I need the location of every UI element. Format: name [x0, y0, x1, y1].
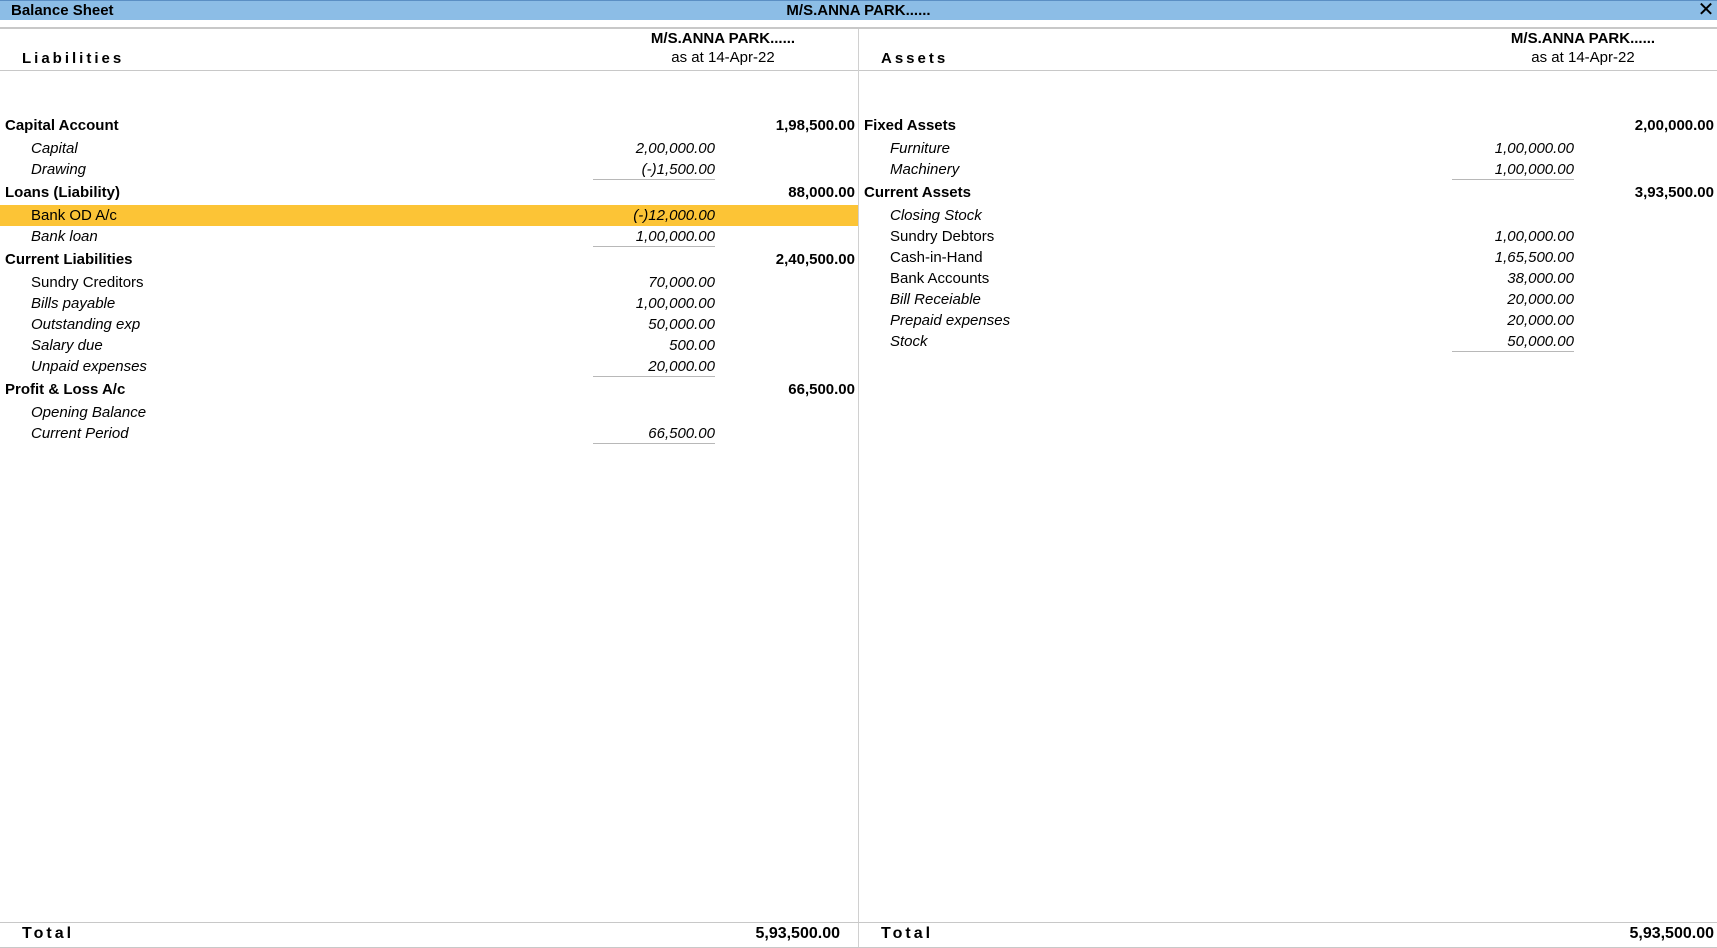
group-name: Current Liabilities [5, 251, 133, 268]
account-row[interactable]: Furniture 1,00,000.00 [859, 138, 1717, 159]
account-amount: 20,000.00 [1507, 291, 1574, 308]
title-bar: Balance Sheet M/S.ANNA PARK...... ✕ [0, 0, 1717, 21]
assets-panel: Assets M/S.ANNA PARK...... as at 14-Apr-… [859, 29, 1717, 922]
group-row[interactable]: Current Liabilities 2,40,500.00 [0, 247, 858, 272]
account-name: Unpaid expenses [31, 358, 147, 375]
account-amount: 1,00,000.00 [635, 228, 715, 245]
group-amount: 88,000.00 [788, 184, 855, 201]
account-name: Bills payable [31, 295, 116, 312]
group-amount: 66,500.00 [788, 381, 855, 398]
account-name: Capital [31, 140, 78, 157]
subtotal-underline [1452, 351, 1574, 352]
assets-total-value: 5,93,500.00 [1629, 925, 1714, 942]
liabilities-title: Liabilities [22, 50, 125, 67]
liabilities-company-name: M/S.ANNA PARK...... [650, 30, 796, 47]
window-company-name: M/S.ANNA PARK...... [786, 2, 931, 19]
account-row[interactable]: Sundry Debtors 1,00,000.00 [859, 226, 1717, 247]
account-amount: 38,000.00 [1507, 270, 1574, 287]
group-amount: 3,93,500.00 [1634, 184, 1714, 201]
account-name: Sundry Creditors [31, 274, 144, 291]
account-name: Bank loan [31, 228, 98, 245]
account-row[interactable]: Cash-in-Hand 1,65,500.00 [859, 247, 1717, 268]
account-row[interactable]: Bank loan 1,00,000.00 [0, 226, 858, 247]
assets-list: Fixed Assets 2,00,000.00 Furniture 1,00,000… [859, 113, 1717, 352]
account-row[interactable]: Sundry Creditors 70,000.00 [0, 272, 858, 293]
account-amount: 70,000.00 [648, 274, 715, 291]
account-row[interactable]: Capital 2,00,000.00 [0, 138, 858, 159]
account-row[interactable]: Prepaid expenses 20,000.00 [859, 310, 1717, 331]
liabilities-total-label: Total [22, 925, 75, 942]
group-row[interactable]: Capital Account 1,98,500.00 [0, 113, 858, 138]
group-name: Profit & Loss A/c [5, 381, 126, 398]
account-name: Bill Receiable [890, 291, 981, 308]
account-name: Cash-in-Hand [890, 249, 983, 266]
account-name: Opening Balance [31, 404, 147, 421]
group-name: Loans (Liability) [5, 184, 121, 201]
liabilities-as-at-date: as at 14-Apr-22 [671, 49, 775, 66]
account-row[interactable]: Current Period 66,500.00 [0, 423, 858, 444]
assets-total-label: Total [881, 925, 934, 942]
account-name: Machinery [890, 161, 960, 178]
assets-header: Assets M/S.ANNA PARK...... as at 14-Apr-… [859, 29, 1717, 71]
account-row[interactable]: Unpaid expenses 20,000.00 [0, 356, 858, 377]
account-name: Bank Accounts [890, 270, 990, 287]
account-name: Furniture [890, 140, 951, 157]
account-row[interactable]: Bank Accounts 38,000.00 [859, 268, 1717, 289]
assets-as-at-date: as at 14-Apr-22 [1531, 49, 1635, 66]
account-amount: 2,00,000.00 [635, 140, 715, 157]
account-amount: 1,65,500.00 [1494, 249, 1574, 266]
subtotal-underline [593, 443, 715, 444]
account-amount: (-)1,500.00 [641, 161, 715, 178]
account-name: Outstanding exp [31, 316, 141, 333]
account-name: Prepaid expenses [890, 312, 1011, 329]
account-amount: 20,000.00 [648, 358, 715, 375]
account-name: Salary due [31, 337, 103, 354]
account-row[interactable]: Stock 50,000.00 [859, 331, 1717, 352]
liabilities-panel: Liabilities M/S.ANNA PARK...... as at 14… [0, 29, 858, 922]
account-name: Bank OD A/c [31, 207, 117, 224]
account-row[interactable]: Machinery 1,00,000.00 [859, 159, 1717, 180]
group-name: Fixed Assets [864, 117, 956, 134]
group-row[interactable]: Current Assets 3,93,500.00 [859, 180, 1717, 205]
selected-row[interactable]: Bank OD A/c (-)12,000.00 [0, 205, 858, 226]
account-name: Current Period [31, 425, 129, 442]
account-name: Closing Stock [890, 207, 982, 224]
account-row[interactable]: Opening Balance [0, 402, 858, 423]
assets-title: Assets [881, 50, 949, 67]
group-name: Current Assets [864, 184, 971, 201]
account-name: Stock [890, 333, 928, 350]
account-amount: 50,000.00 [1507, 333, 1574, 350]
account-row[interactable]: Salary due 500.00 [0, 335, 858, 356]
account-amount: 500.00 [669, 337, 715, 354]
account-amount: (-)12,000.00 [633, 207, 715, 224]
account-row[interactable]: Closing Stock [859, 205, 1717, 226]
group-row[interactable]: Profit & Loss A/c 66,500.00 [0, 377, 858, 402]
account-name: Drawing [31, 161, 87, 178]
group-amount: 2,00,000.00 [1634, 117, 1714, 134]
assets-company-name: M/S.ANNA PARK...... [1510, 30, 1656, 47]
group-amount: 2,40,500.00 [775, 251, 855, 268]
account-amount: 20,000.00 [1507, 312, 1574, 329]
account-row[interactable]: Bill Receiable 20,000.00 [859, 289, 1717, 310]
account-amount: 1,00,000.00 [1494, 140, 1574, 157]
liabilities-total-value: 5,93,500.00 [755, 925, 840, 942]
account-row[interactable]: Bills payable 1,00,000.00 [0, 293, 858, 314]
account-row[interactable]: Outstanding exp 50,000.00 [0, 314, 858, 335]
account-name: Sundry Debtors [890, 228, 995, 245]
account-amount: 1,00,000.00 [1494, 161, 1574, 178]
account-amount: 1,00,000.00 [635, 295, 715, 312]
account-amount: 1,00,000.00 [1494, 228, 1574, 245]
liabilities-header: Liabilities M/S.ANNA PARK...... as at 14… [0, 29, 858, 71]
account-amount: 50,000.00 [648, 316, 715, 333]
close-icon[interactable]: ✕ [1697, 0, 1715, 21]
group-amount: 1,98,500.00 [775, 117, 855, 134]
account-amount: 66,500.00 [648, 425, 715, 442]
account-row[interactable]: Drawing (-)1,500.00 [0, 159, 858, 180]
group-row[interactable]: Loans (Liability) 88,000.00 [0, 180, 858, 205]
group-name: Capital Account [5, 117, 119, 134]
totals-row: Total 5,93,500.00 Total 5,93,500.00 [0, 922, 1717, 948]
group-row[interactable]: Fixed Assets 2,00,000.00 [859, 113, 1717, 138]
liabilities-list: Capital Account 1,98,500.00 Capital 2,00,00… [0, 113, 858, 444]
